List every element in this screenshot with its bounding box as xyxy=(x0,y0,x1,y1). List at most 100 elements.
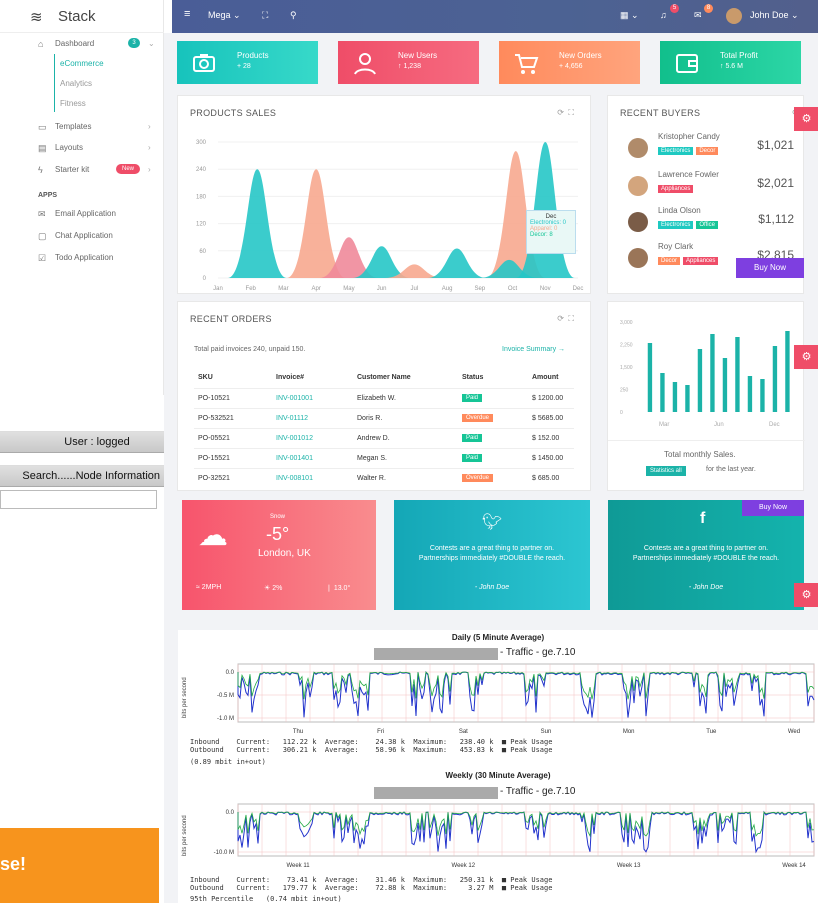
tag: Decor xyxy=(696,147,719,155)
table-row[interactable]: PO-32521 INV-008101 Walter R. Overdue $ 685.… xyxy=(194,468,574,488)
fullscreen-icon[interactable]: ⛶ xyxy=(262,10,268,21)
sidebar-item-todo[interactable]: ☑ Todo Application xyxy=(0,248,164,268)
invoice-link[interactable]: INV-001401 xyxy=(276,455,313,462)
weekly-footer: 95th Percentile (0.74 mbit in+out) xyxy=(190,895,342,903)
facebook-icon[interactable]: f xyxy=(700,510,705,528)
x-tick-label: Tue xyxy=(706,729,717,735)
table-row[interactable]: PO-10521 INV-001001 Elizabeth W. Paid $ 1200… xyxy=(194,388,574,408)
sku-cell: PO-15521 xyxy=(198,455,230,462)
sidebar-item-dashboard[interactable]: ⌂ Dashboard 3 ⌄ xyxy=(0,34,164,54)
sidebar-item-label: Email Application xyxy=(55,209,116,218)
apps-header: APPS xyxy=(38,192,58,199)
buyer-tags: Electronics Office xyxy=(658,219,721,229)
table-row[interactable]: PO-532521 INV-01112 Doris R. Overdue $ 5685.… xyxy=(194,408,574,428)
customer-cell: Elizabeth W. xyxy=(357,395,396,402)
hamburger-menu-icon[interactable]: ≡ xyxy=(184,8,190,20)
sidebar-item-fitness[interactable]: Fitness xyxy=(0,94,164,114)
sidebar-item-label: Starter kit xyxy=(55,165,90,174)
bar xyxy=(772,346,778,412)
tag: Decor xyxy=(658,257,681,265)
promo-banner-text: se! xyxy=(0,854,27,874)
gear-icon[interactable]: ⚙ xyxy=(794,107,818,131)
y-tick-label: 180 xyxy=(196,194,207,200)
stat-title: Total Profit xyxy=(720,51,758,60)
avatar xyxy=(628,138,648,158)
stat-card-total-profit[interactable]: Total Profit ↑ 5.6 M xyxy=(660,41,801,84)
invoice-link[interactable]: INV-008101 xyxy=(276,475,313,482)
x-tick-label: Week 14 xyxy=(782,863,806,869)
stat-card-new-users[interactable]: New Users ↑ 1,238 xyxy=(338,41,479,84)
user-menu[interactable]: John Doe ⌄ xyxy=(750,10,799,21)
sidebar-item-layouts[interactable]: ▤ Layouts › xyxy=(0,138,164,158)
x-tick-label: May xyxy=(343,286,354,292)
flag-icon[interactable]: ▦ ⌄ xyxy=(620,10,639,21)
weekly-traffic-chart: 0.0 -10.0 M Week 11 Week 12 Week 13 Week 14 xyxy=(214,803,815,869)
avatar[interactable] xyxy=(726,8,742,24)
buyer-row[interactable]: Linda Olson Electronics Office $1,112 xyxy=(624,206,794,238)
buy-now-button[interactable]: Buy Now xyxy=(742,500,804,516)
table-row[interactable]: PO-05521 INV-001012 Andrew D. Paid $ 152.00 xyxy=(194,428,574,448)
sidebar-item-label: Fitness xyxy=(60,99,86,108)
invoice-summary-link[interactable]: Invoice Summary → xyxy=(502,346,565,353)
y-tick-label: 2,250 xyxy=(620,343,633,349)
sku-cell: PO-10521 xyxy=(198,395,230,402)
tag: Office xyxy=(696,221,718,229)
sidebar-item-templates[interactable]: ▭ Templates › xyxy=(0,117,164,137)
amount-cell: $ 152.00 xyxy=(532,435,560,442)
bar xyxy=(722,358,728,412)
invoice-link[interactable]: INV-01112 xyxy=(276,415,308,422)
twitter-icon[interactable]: 🐦︎ xyxy=(482,512,502,532)
bell-icon[interactable]: ♫ xyxy=(660,10,667,20)
stat-value: + 4,656 xyxy=(559,63,583,70)
chevron-down-icon: ⌄ xyxy=(148,39,155,48)
user-name: John Doe xyxy=(750,10,789,20)
sidebar-item-analytics[interactable]: Analytics xyxy=(0,74,164,94)
statistics-all-button[interactable]: Statistics all xyxy=(646,466,686,476)
card-title: RECENT ORDERS xyxy=(190,314,272,324)
refresh-icon[interactable]: ⟳ xyxy=(557,108,564,117)
x-tick-label: Week 13 xyxy=(617,863,641,869)
status-badge: Paid xyxy=(462,454,483,462)
invoice-link[interactable]: INV-001012 xyxy=(276,435,313,442)
gear-icon[interactable]: ⚙ xyxy=(794,583,818,607)
customer-cell: Doris R. xyxy=(357,415,383,422)
sidebar-item-label: Dashboard xyxy=(55,39,95,48)
table-row[interactable]: PO-15521 INV-001401 Megan S. Paid $ 1450.00 xyxy=(194,448,574,468)
expand-icon[interactable]: ⛶ xyxy=(568,314,574,323)
mail-icon[interactable]: ✉ xyxy=(694,10,702,21)
buy-now-button[interactable]: Buy Now xyxy=(736,258,804,278)
monthly-sales-sub: for the last year. xyxy=(706,466,756,473)
gear-icon[interactable]: ⚙ xyxy=(794,345,818,369)
brand[interactable]: ≋ Stack xyxy=(0,0,164,33)
rain-value: 2% xyxy=(272,585,283,592)
bar xyxy=(647,343,653,412)
column-header: Customer Name xyxy=(357,374,411,381)
expand-icon[interactable]: ⛶ xyxy=(568,108,574,117)
buyer-row[interactable]: Lawrence Fowler Appliances $2,021 xyxy=(624,170,794,202)
x-tick-label: Dec xyxy=(573,286,584,292)
tag: Appliances xyxy=(683,257,719,265)
column-header: Status xyxy=(462,374,484,381)
stat-value: ↑ 5.6 M xyxy=(720,63,743,70)
sidebar-item-starter-kit[interactable]: ϟ Starter kit New › xyxy=(0,160,164,180)
twitter-card: 🐦︎ Contests are a great thing to partner… xyxy=(394,500,590,610)
sidebar-item-email[interactable]: ✉ Email Application xyxy=(0,204,164,224)
buyer-row[interactable]: Kristopher Candy Electronics Decor $1,021 xyxy=(624,132,794,164)
invoice-link[interactable]: INV-001001 xyxy=(276,395,313,402)
search-icon[interactable]: ⚲ xyxy=(290,10,297,21)
stat-title: New Users xyxy=(398,51,438,60)
sidebar-item-ecommerce[interactable]: eCommerce xyxy=(0,54,164,74)
sidebar-item-label: Todo Application xyxy=(55,253,114,262)
sidebar-item-chat[interactable]: ▢ Chat Application xyxy=(0,226,164,246)
buyer-tags: Decor Appliances xyxy=(658,255,721,265)
mega-menu[interactable]: Mega ⌄ xyxy=(208,10,241,21)
refresh-icon[interactable]: ⟳ xyxy=(557,314,564,323)
stat-card-products[interactable]: Products + 28 xyxy=(177,41,318,84)
search-input[interactable] xyxy=(0,490,157,509)
y-tick-label: -10.0 M xyxy=(214,850,234,856)
buyer-name: Roy Clark xyxy=(658,242,694,251)
tooltip-line: Decor: 8 xyxy=(530,232,553,238)
sidebar-item-label: Analytics xyxy=(60,79,93,88)
divider xyxy=(608,440,805,441)
stat-card-new-orders[interactable]: New Orders + 4,656 xyxy=(499,41,640,84)
